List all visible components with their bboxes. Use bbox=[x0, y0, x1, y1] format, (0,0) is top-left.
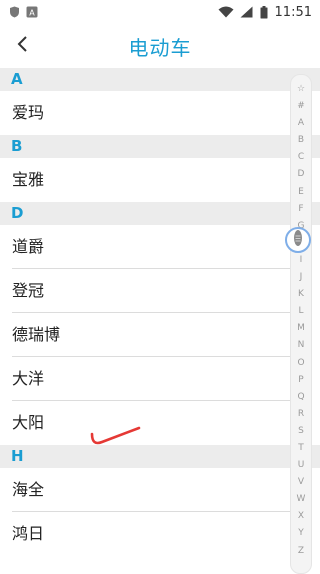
index-letter[interactable]: J bbox=[291, 269, 311, 286]
list-item[interactable]: 登冠 bbox=[0, 269, 320, 313]
index-letter[interactable]: S bbox=[291, 423, 311, 440]
index-letter[interactable]: Y bbox=[291, 525, 311, 542]
list-item[interactable]: 德瑞博 bbox=[0, 313, 320, 357]
battery-icon bbox=[260, 5, 269, 18]
index-letter[interactable]: C bbox=[291, 149, 311, 166]
section-header-h: H bbox=[0, 445, 320, 468]
index-letter[interactable]: T bbox=[291, 440, 311, 457]
index-letter[interactable]: M bbox=[291, 320, 311, 337]
index-letter[interactable]: N bbox=[291, 337, 311, 354]
index-letter[interactable]: B bbox=[291, 132, 311, 149]
index-letter[interactable]: X bbox=[291, 508, 311, 525]
index-hash[interactable]: # bbox=[291, 98, 311, 115]
list-item[interactable]: 大阳 bbox=[0, 401, 320, 445]
list-item[interactable]: 爱玛 bbox=[0, 91, 320, 135]
status-bar: A 11:51 bbox=[0, 0, 320, 24]
page-title: 电动车 bbox=[128, 36, 192, 60]
index-letter[interactable]: Q bbox=[291, 389, 311, 406]
index-letter[interactable]: A bbox=[291, 115, 311, 132]
svg-text:A: A bbox=[29, 9, 35, 18]
index-letter[interactable]: L bbox=[291, 303, 311, 320]
app-bar: 电动车 bbox=[0, 24, 320, 69]
shield-icon bbox=[8, 6, 20, 18]
list-item[interactable]: 道爵 bbox=[0, 225, 320, 269]
brand-list: A 爱玛 B 宝雅 D 道爵 登冠 德瑞博 大洋 大阳 H 海全 鸿日 bbox=[0, 68, 320, 572]
red-checkmark-stroke bbox=[90, 426, 141, 445]
index-letter[interactable]: R bbox=[291, 406, 311, 423]
index-letter[interactable]: K bbox=[291, 286, 311, 303]
index-letter[interactable]: P bbox=[291, 372, 311, 389]
section-header-b: B bbox=[0, 135, 320, 158]
list-item[interactable]: 鸿日 bbox=[0, 512, 320, 556]
list-item[interactable]: 宝雅 bbox=[0, 158, 320, 202]
index-letter[interactable]: E bbox=[291, 184, 311, 201]
scroll-handle[interactable] bbox=[285, 227, 311, 253]
wifi-icon bbox=[218, 6, 234, 18]
index-letter[interactable]: I bbox=[291, 252, 311, 269]
index-letter[interactable]: D bbox=[291, 166, 311, 183]
index-letter[interactable]: V bbox=[291, 474, 311, 491]
section-header-d: D bbox=[0, 202, 320, 225]
grip-icon bbox=[293, 229, 303, 251]
list-item[interactable]: 大洋 bbox=[0, 357, 320, 401]
index-star[interactable]: ☆ bbox=[291, 81, 311, 98]
index-letter[interactable]: U bbox=[291, 457, 311, 474]
list-item[interactable]: 海全 bbox=[0, 468, 320, 512]
cellular-icon bbox=[240, 6, 254, 18]
status-time: 11:51 bbox=[274, 4, 312, 20]
index-letter[interactable]: Z bbox=[291, 543, 311, 560]
index-letter[interactable]: O bbox=[291, 355, 311, 372]
index-letter[interactable]: F bbox=[291, 201, 311, 218]
section-header-a: A bbox=[0, 68, 320, 91]
a-icon: A bbox=[26, 6, 38, 18]
index-letter[interactable]: W bbox=[291, 491, 311, 508]
alphabet-index[interactable]: ☆ # A B C D E F G H I J K L M N O P Q R … bbox=[290, 74, 312, 574]
